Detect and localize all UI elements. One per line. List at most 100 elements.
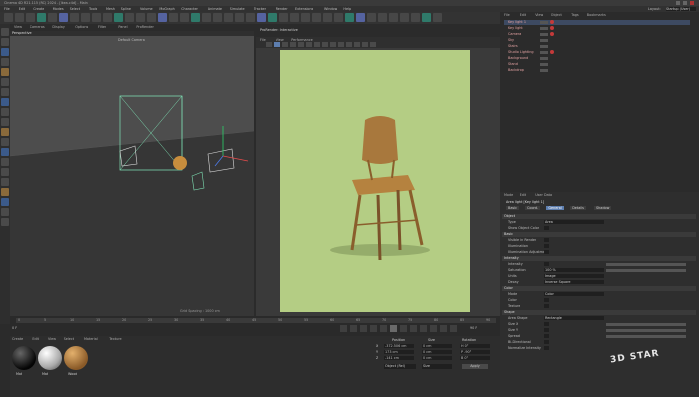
attribute-tab-basic[interactable]: Basic xyxy=(506,206,519,210)
toolbar-button[interactable] xyxy=(279,13,288,22)
tool-button[interactable] xyxy=(1,28,9,36)
tool-button[interactable] xyxy=(1,148,9,156)
property-value[interactable]: Color xyxy=(544,292,604,296)
toolbar-button[interactable] xyxy=(312,13,321,22)
tool-button[interactable] xyxy=(1,98,9,106)
render-tool-button[interactable] xyxy=(354,42,360,47)
transport-button[interactable] xyxy=(430,325,437,332)
visibility-toggles[interactable] xyxy=(540,21,548,24)
property-slider[interactable] xyxy=(606,329,686,332)
tool-button[interactable] xyxy=(1,158,9,166)
property-checkbox[interactable] xyxy=(544,340,549,344)
render-tool-button[interactable] xyxy=(338,42,344,47)
toolbar-button[interactable] xyxy=(422,13,431,22)
render-menu-file[interactable]: File xyxy=(260,38,266,42)
toolbar-button[interactable] xyxy=(323,13,332,22)
toolbar-button[interactable] xyxy=(26,13,35,22)
property-checkbox[interactable] xyxy=(544,262,549,266)
attribute-tab-general[interactable]: General xyxy=(546,206,564,210)
rotation-field[interactable]: P -90° xyxy=(460,350,490,354)
object-tag-icon[interactable] xyxy=(550,26,554,30)
size-field[interactable]: 0 cm xyxy=(422,356,452,360)
viewport-menu-filter[interactable]: Filter xyxy=(98,25,106,29)
toolbar-button[interactable] xyxy=(191,13,200,22)
toolbar-button[interactable] xyxy=(81,13,90,22)
toolbar-button[interactable] xyxy=(378,13,387,22)
property-slider[interactable] xyxy=(606,323,686,326)
toolbar-button[interactable] xyxy=(147,13,156,22)
visibility-toggles[interactable] xyxy=(540,27,548,30)
transport-button[interactable] xyxy=(440,325,447,332)
render-tool-button[interactable] xyxy=(346,42,352,47)
attribute-tab-details[interactable]: Details xyxy=(570,206,586,210)
close-icon[interactable] xyxy=(690,1,694,5)
toolbar-button[interactable] xyxy=(70,13,79,22)
menu-animate[interactable]: Animate xyxy=(208,7,222,11)
render-tool-button[interactable] xyxy=(282,42,288,47)
menu-mograph[interactable]: MoGraph xyxy=(159,7,174,11)
layout-select[interactable]: Startup (User) xyxy=(666,7,696,11)
rotation-field[interactable]: H 0° xyxy=(460,344,490,348)
toolbar-button[interactable] xyxy=(15,13,24,22)
toolbar-button[interactable] xyxy=(158,13,167,22)
toolbar-button[interactable] xyxy=(180,13,189,22)
size-field[interactable]: 0 cm xyxy=(422,350,452,354)
menu-create[interactable]: Create xyxy=(33,7,44,11)
menu-spline[interactable]: Spline xyxy=(121,7,131,11)
property-checkbox[interactable] xyxy=(544,244,549,248)
tool-button[interactable] xyxy=(1,58,9,66)
material-swatch-1[interactable] xyxy=(12,346,36,370)
toolbar-button[interactable] xyxy=(301,13,310,22)
tool-button[interactable] xyxy=(1,48,9,56)
toolbar-button[interactable] xyxy=(389,13,398,22)
coord-mode-select[interactable]: Object (Rel) xyxy=(384,364,416,369)
toolbar-button[interactable] xyxy=(48,13,57,22)
tool-button[interactable] xyxy=(1,198,9,206)
size-field[interactable]: 0 cm xyxy=(422,344,452,348)
timeline[interactable]: 0 5 10 15 20 25 30 35 40 45 50 55 60 65 70 75 80 85 90 0 F… xyxy=(10,316,500,336)
toolbar-button[interactable] xyxy=(400,13,409,22)
toolbar-button[interactable] xyxy=(202,13,211,22)
tool-button[interactable] xyxy=(1,188,9,196)
toolbar-button[interactable] xyxy=(125,13,134,22)
object-menu-edit[interactable]: Edit xyxy=(520,13,527,17)
tool-button[interactable] xyxy=(1,68,9,76)
toolbar-button[interactable] xyxy=(136,13,145,22)
transport-button[interactable] xyxy=(450,325,457,332)
material-menu-material[interactable]: Material xyxy=(84,337,98,341)
toolbar-button[interactable] xyxy=(334,13,343,22)
visibility-toggles[interactable] xyxy=(540,51,548,54)
toolbar-button[interactable] xyxy=(103,13,112,22)
property-checkbox[interactable] xyxy=(544,334,549,338)
toolbar-button[interactable] xyxy=(257,13,266,22)
object-tag-icon[interactable] xyxy=(550,50,554,54)
menu-tools[interactable]: Tools xyxy=(89,7,97,11)
menu-file[interactable]: File xyxy=(4,7,10,11)
transport-button[interactable] xyxy=(390,325,397,332)
tool-button[interactable] xyxy=(1,88,9,96)
tool-button[interactable] xyxy=(1,168,9,176)
toolbar-button[interactable] xyxy=(356,13,365,22)
toolbar-button[interactable] xyxy=(169,13,178,22)
material-menu-create[interactable]: Create xyxy=(12,337,23,341)
render-tool-button[interactable] xyxy=(290,42,296,47)
tool-button[interactable] xyxy=(1,108,9,116)
object-row[interactable]: Camera xyxy=(504,32,690,37)
viewport-menu-panel[interactable]: Panel xyxy=(118,25,127,29)
section-color[interactable]: Color xyxy=(502,286,696,291)
section-basic[interactable]: Basic xyxy=(502,232,696,237)
object-row[interactable]: Key light xyxy=(504,26,690,31)
viewport-menu-cameras[interactable]: Cameras xyxy=(30,25,45,29)
size-mode-select[interactable]: Size xyxy=(422,364,452,369)
property-value[interactable]: Area xyxy=(544,220,604,224)
menu-render[interactable]: Render xyxy=(276,7,288,11)
material-menu-select[interactable]: Select xyxy=(64,337,74,341)
object-row[interactable]: Key light 1 xyxy=(504,20,690,25)
toolbar-button[interactable] xyxy=(114,13,123,22)
material-menu-view[interactable]: View xyxy=(48,337,56,341)
toolbar-button[interactable] xyxy=(92,13,101,22)
property-slider[interactable] xyxy=(606,335,686,338)
property-slider[interactable] xyxy=(606,263,686,266)
tool-button[interactable] xyxy=(1,218,9,226)
toolbar-button[interactable] xyxy=(224,13,233,22)
